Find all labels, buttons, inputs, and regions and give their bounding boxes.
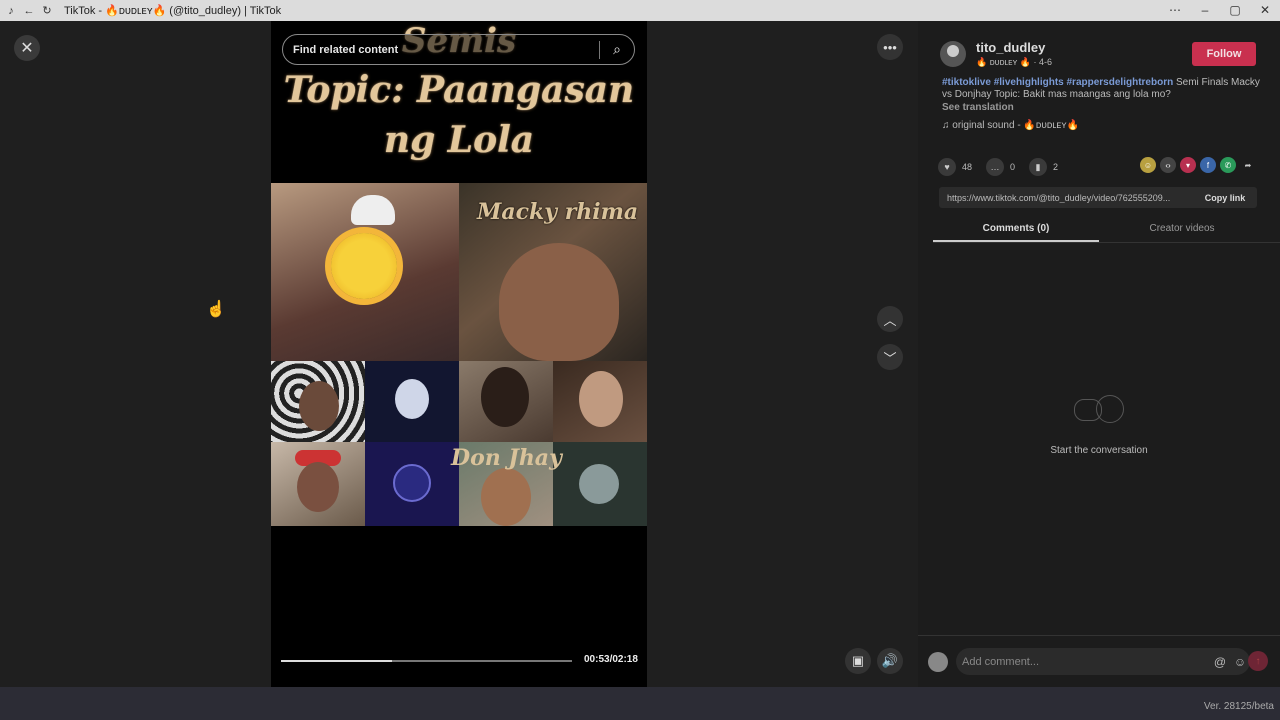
send-icon[interactable]: ▾	[1180, 157, 1196, 173]
more-icon[interactable]: ⋯	[1160, 0, 1190, 21]
window-controls: ⋯ – ▢ ✕	[1160, 0, 1280, 21]
facebook-icon[interactable]: f	[1200, 157, 1216, 173]
comment-placeholder: Add comment...	[962, 655, 1040, 668]
post-comment-button[interactable]: ↑	[1248, 651, 1268, 671]
whatsapp-icon[interactable]: ✆	[1220, 157, 1236, 173]
video-time: 00:53/02:18	[584, 654, 638, 665]
participant-tile-4	[365, 361, 459, 442]
participant-tile-7	[271, 442, 365, 526]
minimize-icon[interactable]: –	[1190, 0, 1220, 21]
volume-button[interactable]: 🔊	[877, 648, 903, 674]
video-participant-grid: Macky rhima Don Jhay	[271, 183, 647, 526]
like-icon[interactable]: ♥	[938, 158, 956, 176]
hashtag-tiktoklive[interactable]: #tiktoklive	[942, 77, 991, 88]
hashtag-livehighlights[interactable]: #livehighlights	[994, 77, 1064, 88]
tab-creator-videos[interactable]: Creator videos	[1099, 219, 1265, 242]
video-progress-fill	[281, 660, 392, 662]
search-icon[interactable]: ⌕	[600, 41, 634, 58]
copy-link-button[interactable]: Copy link	[1193, 193, 1257, 203]
friends-share-icon[interactable]: ☺	[1140, 157, 1156, 173]
close-window-icon[interactable]: ✕	[1250, 0, 1280, 21]
comment-count: 0	[1010, 162, 1016, 172]
face-shape	[481, 367, 529, 427]
face-shape	[299, 381, 339, 431]
comment-input[interactable]: Add comment... @ ☺	[956, 648, 1250, 675]
face-shape	[499, 243, 619, 361]
reload-icon[interactable]: ↻	[40, 4, 54, 18]
mascot-icon	[395, 379, 429, 419]
cap-shape	[351, 195, 395, 225]
share-row: ☺ ‹› ▾ f ✆ ➦	[1140, 157, 1256, 173]
face-shape	[579, 371, 623, 427]
my-avatar	[928, 652, 948, 672]
details-panel: tito_dudley 🔥 ᴅᴜᴅʟᴇʏ 🔥 · 4-6 Follow #tik…	[918, 21, 1280, 687]
tab-comments[interactable]: Comments (0)	[933, 219, 1099, 242]
sound-line[interactable]: ♫ original sound - 🔥ᴅᴜᴅʟᴇʏ🔥	[942, 120, 1079, 131]
sun-emoji-icon	[331, 233, 397, 299]
author-avatar[interactable]	[940, 41, 966, 67]
video-stage: ✕ Find related content ⌕ Semis Topic: Pa…	[0, 21, 918, 687]
face-shape	[481, 468, 531, 526]
follow-button[interactable]: Follow	[1192, 42, 1256, 66]
maximize-icon[interactable]: ▢	[1220, 0, 1250, 21]
participant-tile-2: Macky rhima	[459, 183, 647, 361]
participant-tile-3	[271, 361, 365, 442]
participant-tile-8	[365, 442, 459, 526]
video-player[interactable]: Find related content ⌕ Semis Topic: Paan…	[271, 21, 647, 687]
title-bar: ♪ ← ↻ TikTok - 🔥ᴅᴜᴅʟᴇʏ🔥 (@tito_dudley) |…	[0, 0, 1280, 21]
logo-icon	[393, 464, 431, 502]
search-placeholder: Find related content	[293, 43, 399, 56]
previous-video-button[interactable]: ︿	[877, 306, 903, 332]
author-username[interactable]: tito_dudley	[976, 40, 1045, 55]
version-label: Ver. 28125/beta	[1203, 701, 1274, 712]
conversation-illustration-icon	[1064, 393, 1134, 437]
mouse-cursor-icon: ☝	[206, 301, 226, 318]
participant-tile-1	[271, 183, 459, 361]
participant-label-macky: Macky rhima	[477, 199, 639, 225]
comments-empty-state: Start the conversation	[918, 393, 1280, 456]
mention-icon[interactable]: @	[1210, 655, 1230, 669]
share-arrow-icon[interactable]: ➦	[1240, 157, 1256, 173]
sound-name: original sound - 🔥ᴅᴜᴅʟᴇʏ🔥	[952, 120, 1079, 131]
comment-bar: Add comment... @ ☺ ↑	[918, 635, 1280, 687]
tiktok-logo-icon: ♪	[8, 4, 14, 17]
panel-tabs: Comments (0) Creator videos	[933, 219, 1280, 243]
find-related-search[interactable]: Find related content ⌕	[282, 34, 635, 65]
face-shape	[297, 462, 339, 512]
comment-icon[interactable]: …	[986, 158, 1005, 176]
see-translation-link[interactable]: See translation	[942, 102, 1014, 113]
like-count: 48	[962, 162, 973, 172]
mini-player-button[interactable]: ▣	[845, 648, 871, 674]
close-video-button[interactable]: ✕	[14, 35, 40, 61]
empty-state-text: Start the conversation	[1050, 445, 1148, 456]
author-subline: 🔥 ᴅᴜᴅʟᴇʏ 🔥 · 4-6	[976, 57, 1052, 68]
video-link-box: https://www.tiktok.com/@tito_dudley/vide…	[939, 187, 1257, 208]
bookmark-icon[interactable]: ▮	[1029, 158, 1048, 176]
music-note-icon: ♫	[942, 120, 950, 131]
more-options-button[interactable]: •••	[877, 34, 903, 60]
post-description: #tiktoklive #livehighlights #rappersdeli…	[942, 77, 1262, 101]
participant-tile-5	[459, 361, 553, 442]
video-url: https://www.tiktok.com/@tito_dudley/vide…	[947, 192, 1171, 203]
emoji-icon[interactable]: ☺	[1230, 655, 1250, 669]
video-caption-line-3: ng Lola	[383, 119, 535, 161]
window-title: TikTok - 🔥ᴅᴜᴅʟᴇʏ🔥 (@tito_dudley) | TikTo…	[64, 5, 282, 17]
video-caption-line-2: Topic: Paangasan	[283, 69, 635, 111]
profile-photo	[579, 464, 619, 504]
participant-tile-10	[553, 442, 647, 526]
post-date: · 4-6	[1033, 57, 1053, 67]
hashtag-rappersdelightreborn[interactable]: #rappersdelightreborn	[1067, 77, 1174, 88]
participant-tile-6	[553, 361, 647, 442]
video-progress-bar[interactable]	[281, 660, 572, 662]
participant-label-donjhay: Don Jhay	[451, 445, 562, 471]
next-video-button[interactable]: ﹀	[877, 344, 903, 370]
save-count: 2	[1053, 162, 1059, 172]
back-icon[interactable]: ←	[22, 4, 36, 18]
status-bar: Ver. 28125/beta	[0, 687, 1280, 720]
embed-icon[interactable]: ‹›	[1160, 157, 1176, 173]
author-display-name: 🔥 ᴅᴜᴅʟᴇʏ 🔥	[976, 57, 1031, 67]
